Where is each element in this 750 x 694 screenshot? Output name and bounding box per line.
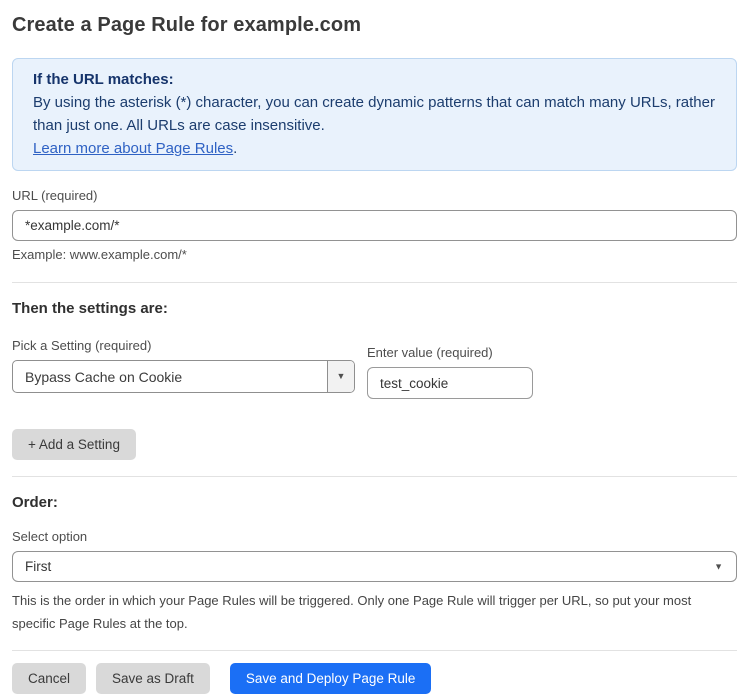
info-box-link-line: Learn more about Page Rules. xyxy=(33,137,716,160)
order-section-heading: Order: xyxy=(12,494,737,511)
settings-row: Pick a Setting (required) Bypass Cache o… xyxy=(12,338,737,399)
enter-value-label: Enter value (required) xyxy=(367,345,533,360)
add-setting-button[interactable]: + Add a Setting xyxy=(12,429,136,460)
url-field-label: URL (required) xyxy=(12,188,737,203)
chevron-down-icon: ▼ xyxy=(714,562,723,571)
link-suffix: . xyxy=(233,140,237,157)
enter-value-column: Enter value (required) xyxy=(367,345,533,399)
info-box-heading: If the URL matches: xyxy=(33,68,716,91)
url-matches-info-box: If the URL matches: By using the asteris… xyxy=(12,58,737,171)
chevron-down-icon: ▼ xyxy=(337,372,346,381)
pick-setting-label: Pick a Setting (required) xyxy=(12,338,355,353)
order-selected-value: First xyxy=(25,559,51,574)
order-select-label: Select option xyxy=(12,529,737,544)
save-as-draft-button[interactable]: Save as Draft xyxy=(96,663,210,694)
learn-more-link[interactable]: Learn more about Page Rules xyxy=(33,140,233,157)
form-actions: Cancel Save as Draft Save and Deploy Pag… xyxy=(12,663,737,694)
create-page-rule-form: Create a Page Rule for example.com If th… xyxy=(0,0,750,694)
divider xyxy=(12,282,737,283)
pick-setting-select[interactable]: Bypass Cache on Cookie ▼ xyxy=(12,360,355,393)
divider xyxy=(12,476,737,477)
url-input[interactable] xyxy=(12,210,737,241)
cancel-button[interactable]: Cancel xyxy=(12,663,86,694)
setting-value-input[interactable] xyxy=(367,367,533,399)
order-select[interactable]: First ▼ xyxy=(12,551,737,582)
order-help-text: This is the order in which your Page Rul… xyxy=(12,589,737,635)
url-example-text: Example: www.example.com/* xyxy=(12,247,737,262)
settings-section-heading: Then the settings are: xyxy=(12,300,737,317)
pick-setting-column: Pick a Setting (required) Bypass Cache o… xyxy=(12,338,355,393)
pick-setting-arrow-button[interactable]: ▼ xyxy=(327,361,354,392)
page-title: Create a Page Rule for example.com xyxy=(12,14,737,37)
info-box-body: By using the asterisk (*) character, you… xyxy=(33,91,716,137)
pick-setting-selected-value: Bypass Cache on Cookie xyxy=(13,361,327,392)
save-and-deploy-button[interactable]: Save and Deploy Page Rule xyxy=(230,663,432,694)
divider xyxy=(12,650,737,651)
